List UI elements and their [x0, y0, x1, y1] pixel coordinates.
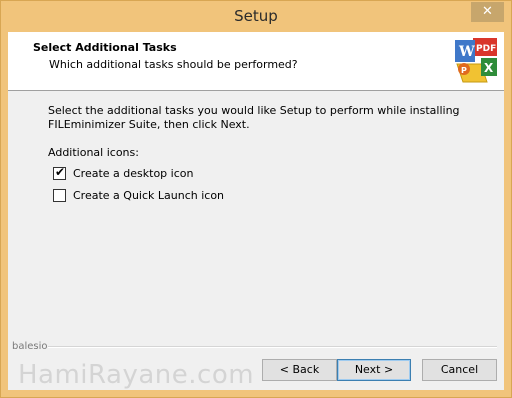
desktop-icon-option[interactable]: ✔ Create a desktop icon — [53, 165, 193, 181]
next-button[interactable]: Next > — [337, 359, 411, 381]
cancel-button[interactable]: Cancel — [422, 359, 497, 381]
quick-launch-option[interactable]: Create a Quick Launch icon — [53, 187, 224, 203]
svg-text:W: W — [458, 44, 475, 60]
window-title: Setup — [234, 7, 278, 25]
close-icon: ✕ — [482, 4, 493, 19]
svg-text:X: X — [484, 61, 494, 75]
page-title: Select Additional Tasks — [33, 41, 177, 54]
svg-text:PDF: PDF — [476, 44, 496, 54]
back-button[interactable]: < Back — [262, 359, 337, 381]
office-documents-icon: PDF W P X — [455, 38, 497, 83]
desktop-icon-label[interactable]: Create a desktop icon — [73, 167, 193, 180]
page-subtitle: Which additional tasks should be perform… — [49, 58, 298, 71]
watermark-text: HamiRayane.com — [18, 360, 255, 390]
check-mark-icon: ✔ — [55, 164, 66, 179]
title-bar[interactable]: Setup ✕ — [1, 1, 511, 32]
quick-launch-checkbox[interactable] — [53, 188, 66, 202]
desktop-icon-checkbox[interactable]: ✔ — [53, 164, 66, 180]
setup-window: Setup ✕ Select Additional Tasks Which ad… — [0, 0, 512, 398]
footer-divider — [48, 346, 497, 348]
close-button[interactable]: ✕ — [471, 2, 504, 22]
additional-icons-label: Additional icons: — [48, 146, 139, 159]
wizard-client-area: Select Additional Tasks Which additional… — [8, 32, 504, 390]
quick-launch-label[interactable]: Create a Quick Launch icon — [73, 189, 224, 202]
brand-label: balesio — [12, 341, 48, 352]
wizard-header: Select Additional Tasks Which additional… — [8, 32, 504, 91]
svg-text:P: P — [461, 66, 467, 75]
task-description: Select the additional tasks you would li… — [48, 104, 460, 131]
